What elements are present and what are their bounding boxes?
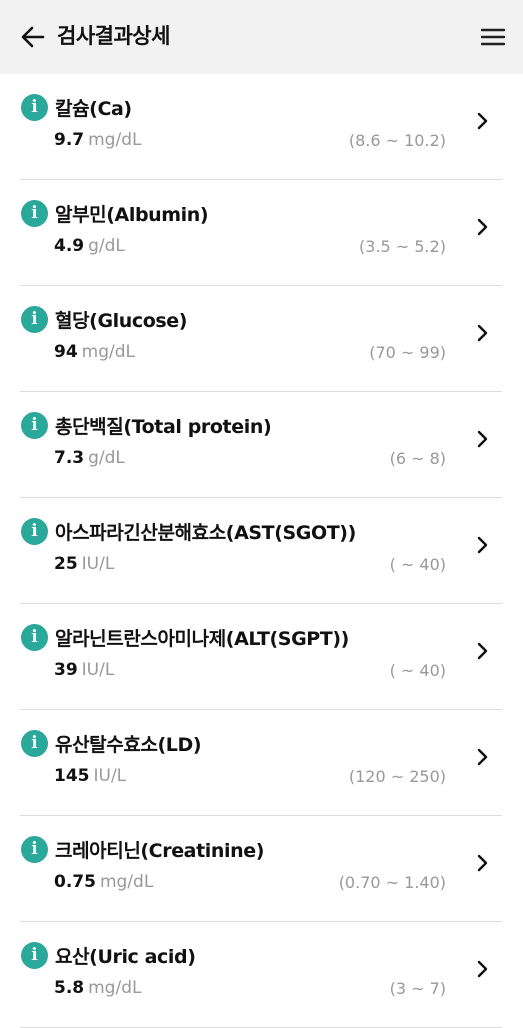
result-name: 총단백질(Total protein) [55, 416, 272, 438]
reference-range: (0.70 ~ 1.40) [338, 873, 446, 892]
result-unit: mg/dL [88, 130, 142, 150]
result-item-creatinine[interactable]: i 크레아티닌(Creatinine) 0.75 mg/dL (0.70 ~ 1.… [0, 816, 523, 922]
app-header: 검사결과상세 [0, 0, 523, 74]
info-icon[interactable]: i [21, 942, 48, 969]
result-unit: g/dL [88, 236, 125, 256]
result-name: 칼슘(Ca) [55, 98, 132, 120]
result-value-line: 4.9 g/dL [54, 236, 125, 256]
result-name: 유산탈수효소(LD) [55, 734, 202, 756]
result-item-total-protein[interactable]: i 총단백질(Total protein) 7.3 g/dL (6 ~ 8) [0, 392, 523, 498]
result-value-line: 145 IU/L [54, 766, 126, 786]
result-unit: IU/L [81, 660, 115, 680]
result-value-line: 39 IU/L [54, 660, 114, 680]
result-value: 145 [54, 766, 90, 786]
info-icon[interactable]: i [21, 94, 48, 121]
result-item-glucose[interactable]: i 혈당(Glucose) 94 mg/dL (70 ~ 99) [0, 286, 523, 392]
info-icon[interactable]: i [21, 836, 48, 863]
result-unit: IU/L [93, 766, 127, 786]
chevron-right-icon [477, 324, 488, 342]
result-name: 알부민(Albumin) [55, 204, 209, 226]
info-icon[interactable]: i [21, 624, 48, 651]
result-value-line: 94 mg/dL [54, 342, 135, 362]
chevron-right-icon [477, 112, 488, 130]
page-title: 검사결과상세 [57, 24, 170, 48]
result-value: 9.7 [54, 130, 85, 150]
result-unit: mg/dL [81, 342, 136, 362]
info-icon[interactable]: i [21, 412, 48, 439]
chevron-right-icon [477, 430, 488, 448]
result-value: 5.8 [54, 978, 85, 998]
reference-range: ( ~ 40) [389, 661, 446, 680]
reference-range: (120 ~ 250) [348, 767, 446, 786]
result-unit: IU/L [81, 554, 115, 574]
result-list: i 칼슘(Ca) 9.7 mg/dL (8.6 ~ 10.2) i 알부민(Alb… [0, 74, 523, 1028]
result-item-ast[interactable]: i 아스파라긴산분해효소(AST(SGOT)) 25 IU/L ( ~ 40) [0, 498, 523, 604]
back-button[interactable] [20, 24, 46, 50]
result-unit: mg/dL [88, 978, 142, 998]
info-icon[interactable]: i [21, 306, 48, 333]
chevron-right-icon [477, 960, 488, 978]
result-value-line: 9.7 mg/dL [54, 130, 141, 150]
reference-range: ( ~ 40) [389, 555, 446, 574]
info-icon[interactable]: i [21, 200, 48, 227]
result-name: 아스파라긴산분해효소(AST(SGOT)) [55, 522, 356, 544]
arrow-left-icon [21, 26, 45, 48]
hamburger-menu-icon [481, 28, 505, 46]
result-value-line: 5.8 mg/dL [54, 978, 141, 998]
chevron-right-icon [477, 748, 488, 766]
result-unit: g/dL [88, 448, 125, 468]
reference-range: (3 ~ 7) [389, 979, 446, 998]
result-value: 4.9 [54, 236, 85, 256]
reference-range: (6 ~ 8) [389, 449, 446, 468]
info-icon[interactable]: i [21, 730, 48, 757]
result-name: 알라닌트란스아미나제(ALT(SGPT)) [55, 628, 349, 650]
result-value: 0.75 [54, 872, 96, 892]
result-value: 39 [54, 660, 78, 680]
result-value: 94 [54, 342, 78, 362]
reference-range: (3.5 ~ 5.2) [359, 237, 446, 256]
result-name: 크레아티닌(Creatinine) [55, 840, 265, 862]
reference-range: (70 ~ 99) [369, 343, 446, 362]
result-value: 25 [54, 554, 78, 574]
result-item-calcium[interactable]: i 칼슘(Ca) 9.7 mg/dL (8.6 ~ 10.2) [0, 74, 523, 180]
result-item-ld[interactable]: i 유산탈수효소(LD) 145 IU/L (120 ~ 250) [0, 710, 523, 816]
result-unit: mg/dL [99, 872, 154, 892]
result-item-alt[interactable]: i 알라닌트란스아미나제(ALT(SGPT)) 39 IU/L ( ~ 40) [0, 604, 523, 710]
menu-button[interactable] [480, 26, 506, 48]
info-icon[interactable]: i [21, 518, 48, 545]
chevron-right-icon [477, 218, 488, 236]
chevron-right-icon [477, 854, 488, 872]
result-value: 7.3 [54, 448, 85, 468]
result-item-uric-acid[interactable]: i 요산(Uric acid) 5.8 mg/dL (3 ~ 7) [0, 922, 523, 1028]
chevron-right-icon [477, 642, 488, 660]
reference-range: (8.6 ~ 10.2) [348, 131, 446, 150]
result-item-albumin[interactable]: i 알부민(Albumin) 4.9 g/dL (3.5 ~ 5.2) [0, 180, 523, 286]
result-value-line: 25 IU/L [54, 554, 114, 574]
result-value-line: 0.75 mg/dL [54, 872, 153, 892]
result-name: 요산(Uric acid) [55, 946, 196, 968]
result-value-line: 7.3 g/dL [54, 448, 125, 468]
chevron-right-icon [477, 536, 488, 554]
result-name: 혈당(Glucose) [55, 310, 188, 332]
